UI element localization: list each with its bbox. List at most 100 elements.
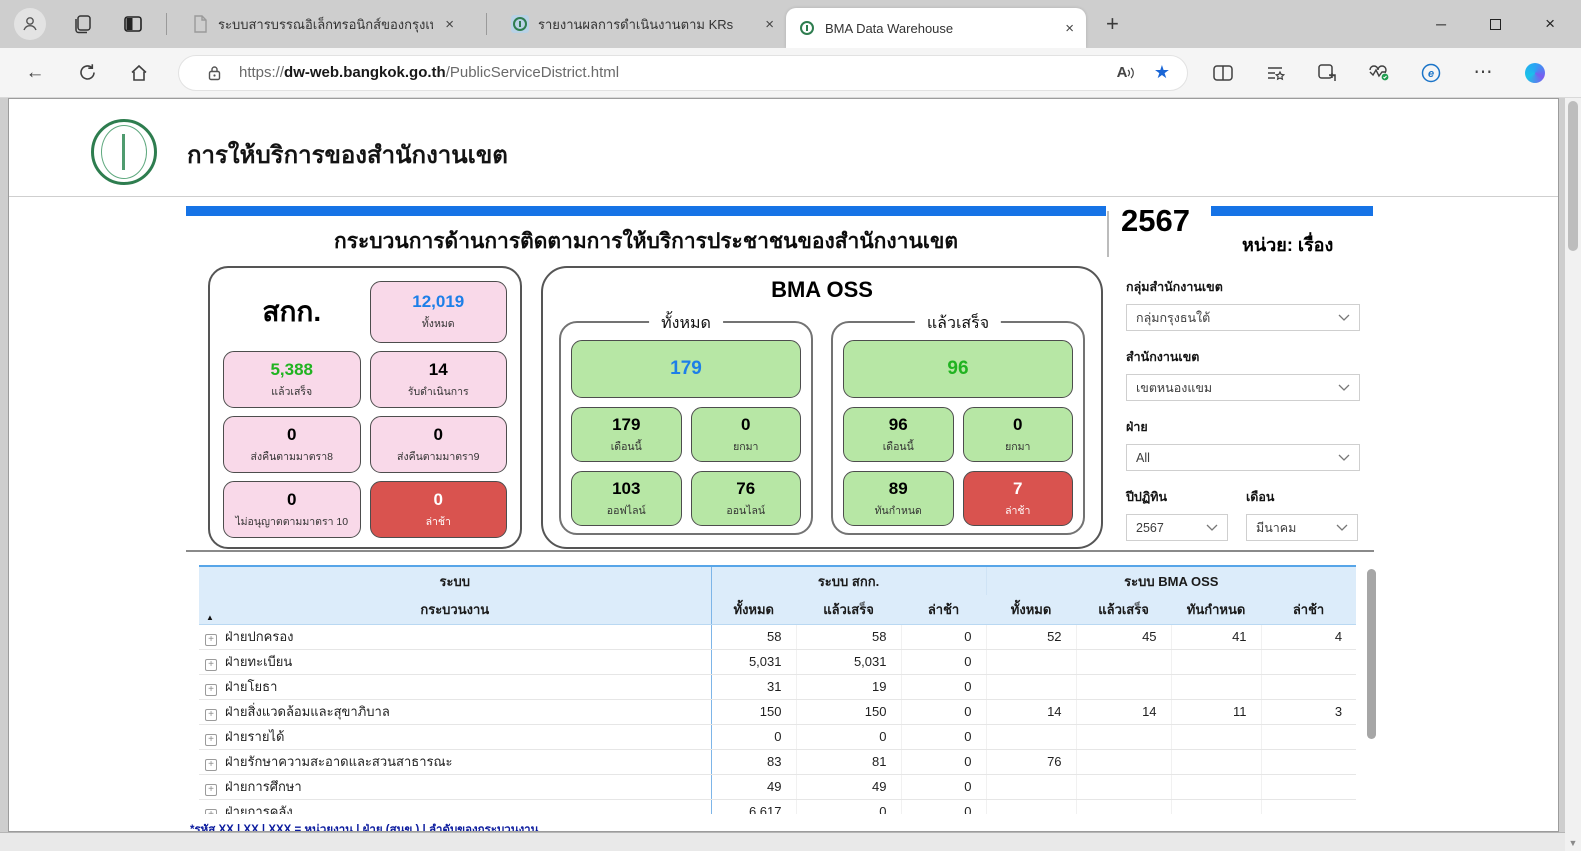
read-aloud-icon[interactable]: A [1111,64,1141,81]
profile-avatar-icon[interactable] [14,8,46,40]
expand-row-icon[interactable]: + [205,634,217,646]
process-name-cell: +ฝ่ายรายได้ [199,724,711,749]
lock-icon[interactable] [199,65,229,81]
division-label: ฝ่าย [1126,417,1360,437]
tab-close-icon[interactable]: × [761,16,778,33]
table-group-header[interactable]: ระบบ สกก. [711,566,986,595]
month-select[interactable]: มีนาคม [1246,514,1358,541]
tab-actions-icon[interactable] [120,11,146,37]
expand-row-icon[interactable]: + [205,709,217,721]
collections-icon[interactable] [1258,56,1292,90]
value-cell [1076,774,1171,799]
column-header[interactable]: แล้วเสร็จ [796,595,901,624]
table-group-header[interactable]: ระบบ [199,566,711,595]
column-header[interactable]: ทั้งหมด [986,595,1076,624]
workspaces-icon[interactable] [70,11,96,37]
sort-asc-icon[interactable]: ▲ [206,613,214,622]
table-row[interactable]: +ฝ่ายโยธา 31 19 0 [199,674,1356,699]
sakok-returned8-box: 0 ส่งคืนตามมาตรา8 [223,416,361,473]
process-name-cell: +ฝ่ายโยธา [199,674,711,699]
value-cell: 41 [1171,624,1261,649]
maximize-button[interactable] [1490,19,1501,30]
add-to-collections-icon[interactable] [1310,56,1344,90]
expand-row-icon[interactable]: + [205,684,217,696]
page-scrollbar[interactable]: ▼ [1565,98,1581,851]
tab-close-icon[interactable]: × [441,16,458,33]
unit-label: หน่วย: เรื่อง [1242,230,1333,259]
stat-label: แล้วเสร็จ [271,383,312,400]
home-button[interactable] [122,56,156,90]
stat-value: 103 [612,479,640,499]
stat-label: ทั้งหมด [422,315,455,332]
table-scrollbar-thumb[interactable] [1367,569,1376,739]
table-row[interactable]: +ฝ่ายสิ่งแวดล้อมและสุขาภิบาล 150 150 0 1… [199,699,1356,724]
value-cell: 5,031 [796,649,901,674]
scroll-down-icon[interactable]: ▼ [1565,838,1581,848]
oss-late-box: 7 ล่าช้า [963,471,1074,526]
column-header[interactable]: ทันกำหนด [1171,595,1261,624]
value-cell [1076,724,1171,749]
table-row[interactable]: +ฝ่ายการศึกษา 49 49 0 [199,774,1356,799]
expand-row-icon[interactable]: + [205,784,217,796]
footnote: *รหัส XX | XX | XXX = หน่วยงาน | ฝ่าย (ส… [190,821,539,832]
tab-strip: ระบบสารบรรณอิเล็กทรอนิกส์ของกรุงเท × ราย… [0,0,1581,48]
page-scrollbar-thumb[interactable] [1568,101,1578,251]
refresh-button[interactable] [70,56,104,90]
browser-essentials-icon[interactable] [1362,56,1396,90]
value-cell: 0 [711,724,796,749]
column-header[interactable]: ล่าช้า [1261,595,1356,624]
tab-krs-report[interactable]: รายงานผลการดำเนินงานตาม KRs × [499,7,786,41]
year-display: 2567 [1113,203,1209,259]
table-row[interactable]: +ฝ่ายรายได้ 0 0 0 [199,724,1356,749]
table-row[interactable]: +ฝ่ายปกครอง 58 58 0 52 45 41 4 [199,624,1356,649]
url-text[interactable]: https://dw-web.bangkok.go.th/PublicServi… [239,64,1105,81]
expand-row-icon[interactable]: + [205,734,217,746]
new-tab-button[interactable]: + [1100,11,1125,37]
value-cell: 45 [1076,624,1171,649]
table-scrollbar[interactable] [1367,569,1376,809]
table-row[interactable]: +ฝ่ายการคลัง 6,617 0 0 [199,799,1356,814]
oss-offline-box: 103 ออฟไลน์ [571,471,682,526]
favorite-star-icon[interactable]: ★ [1147,62,1177,83]
split-screen-icon[interactable] [1206,56,1240,90]
division-select[interactable]: All [1126,444,1360,471]
tab-separator [486,13,487,35]
stat-value: 179 [670,358,702,380]
tab-bma-data-warehouse[interactable]: BMA Data Warehouse × [786,8,1086,48]
column-header[interactable]: ล่าช้า [901,595,986,624]
tab-edocument-system[interactable]: ระบบสารบรรณอิเล็กทรอนิกส์ของกรุงเท × [179,7,466,41]
table-row[interactable]: +ฝ่ายทะเบียน 5,031 5,031 0 [199,649,1356,674]
district-group-select[interactable]: กลุ่มกรุงธนใต้ [1126,304,1360,331]
expand-row-icon[interactable]: + [205,659,217,671]
back-button[interactable]: ← [18,56,52,90]
value-cell [986,674,1076,699]
value-cell: 150 [711,699,796,724]
expand-row-icon[interactable]: + [205,759,217,771]
ie-mode-icon[interactable]: e [1414,56,1448,90]
stat-value: 0 [434,490,443,510]
table-row[interactable]: +ฝ่ายรักษาความสะอาดและสวนสาธารณะ 83 81 0… [199,749,1356,774]
minimize-button[interactable]: ─ [1436,16,1446,32]
stat-label: ส่งคืนตามมาตรา8 [251,448,333,465]
stat-label: ล่าช้า [426,513,451,530]
address-bar[interactable]: https://dw-web.bangkok.go.th/PublicServi… [178,55,1188,91]
url-scheme: https:// [239,64,284,81]
table-group-header[interactable]: ระบบ BMA OSS [986,566,1356,595]
column-header[interactable]: ทั้งหมด [711,595,796,624]
tab-close-icon[interactable]: × [1061,20,1078,37]
expand-row-icon[interactable]: + [205,809,217,814]
more-options-icon[interactable]: ⋯ [1466,56,1500,90]
column-header-process[interactable]: ▲กระบวนงาน [199,595,711,624]
close-window-button[interactable]: × [1545,14,1555,34]
district-select[interactable]: เขตหนองแขม [1126,374,1360,401]
value-cell: 3 [1261,699,1356,724]
value-cell: 52 [986,624,1076,649]
oss-thismonth-box: 179 เดือนนี้ [571,407,682,462]
document-icon [191,15,209,33]
dashboard-title: กระบวนการด้านการติดตามการให้บริการประชาช… [186,225,1106,258]
column-header[interactable]: แล้วเสร็จ [1076,595,1171,624]
value-cell: 0 [901,724,986,749]
copilot-icon[interactable] [1518,56,1552,90]
year-select[interactable]: 2567 [1126,514,1228,541]
stat-value: 179 [612,415,640,435]
